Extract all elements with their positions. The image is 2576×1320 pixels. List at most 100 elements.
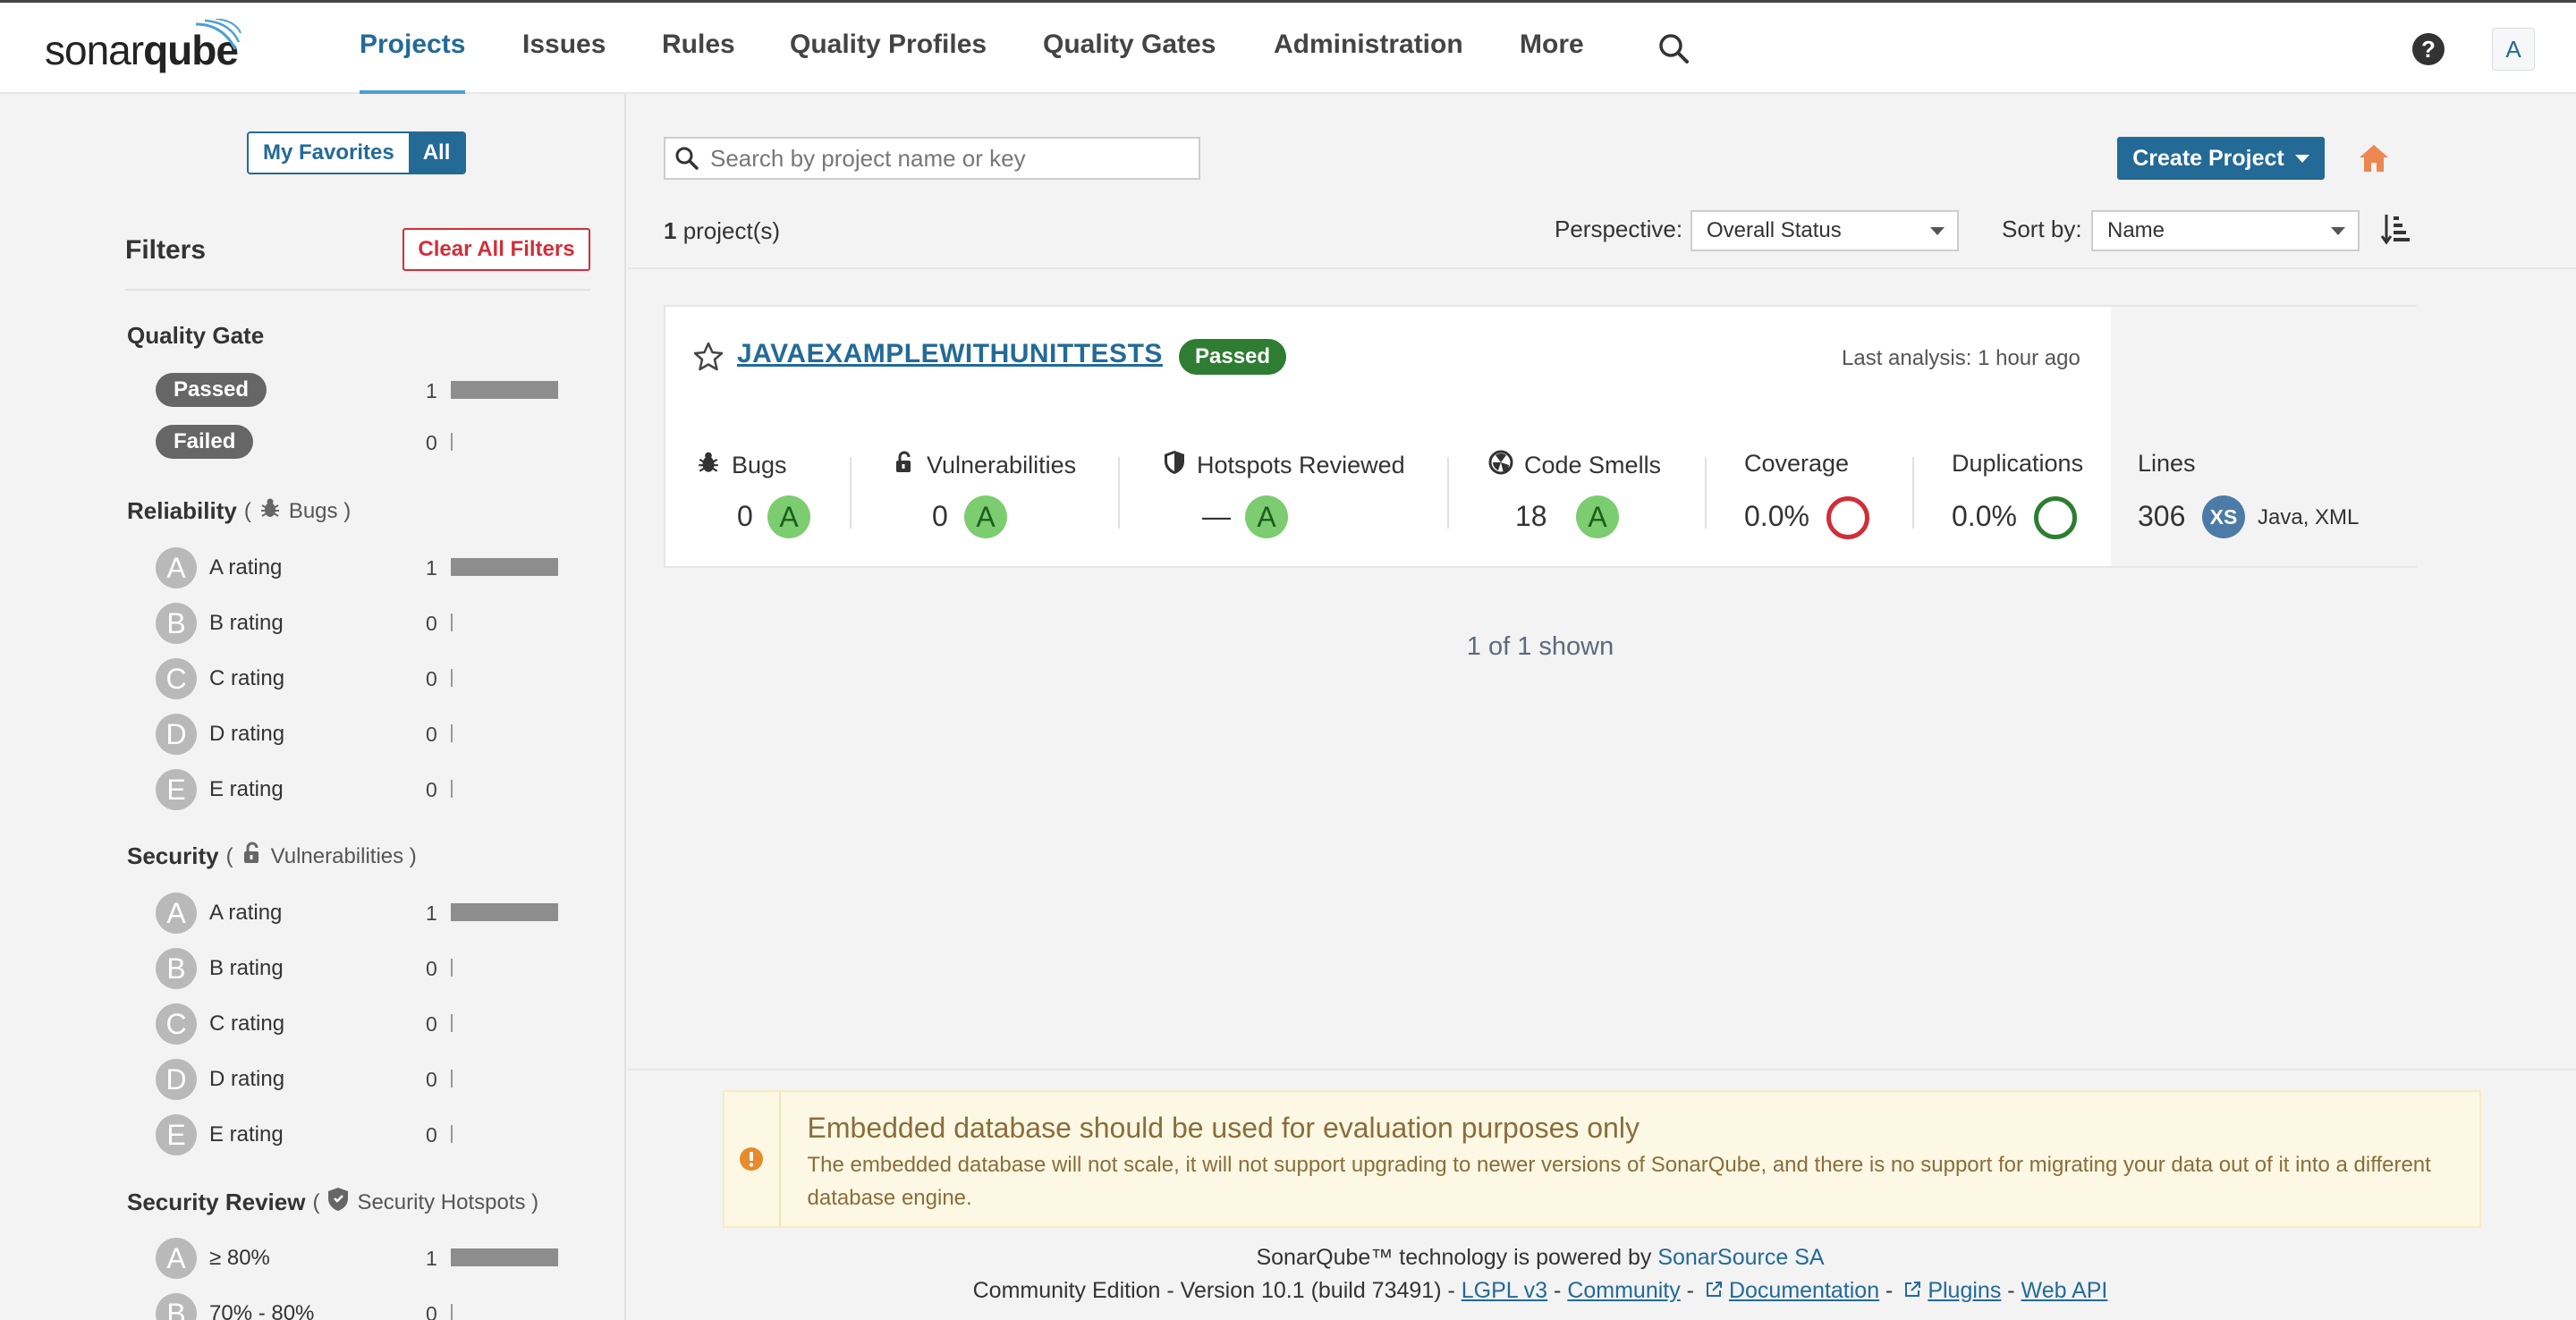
filter-row-reliability-e[interactable]: E E rating 0 [156,768,603,811]
rating-label: ≥ 80% [209,1246,270,1270]
metric-label: Code Smells [1524,452,1662,478]
filter-row-reliability-d[interactable]: D D rating 0 [156,713,603,756]
documentation-link[interactable]: Documentation [1729,1278,1879,1303]
section-sub-label: Bugs [288,498,338,523]
vulnerabilities-rating[interactable]: A [964,495,1007,538]
metric-label: Coverage [1744,450,1850,477]
filter-bar [451,1248,558,1266]
filter-row-reliability-a[interactable]: A A rating 1 [156,546,603,589]
nav-rules[interactable]: Rules [662,30,735,94]
home-icon[interactable] [2358,143,2390,178]
filter-row-security-d[interactable]: D D rating 0 [156,1058,603,1101]
alert-text: The embedded database will not scale, it… [807,1153,2431,1210]
sort-select[interactable]: Name [2091,210,2360,251]
perspective-select[interactable]: Overall Status [1690,210,1959,251]
bugs-value[interactable]: 0 [737,500,753,533]
my-favorites-button[interactable]: My Favorites [249,133,409,173]
all-projects-button[interactable]: All [408,133,465,173]
nav-more[interactable]: More [1520,30,1584,94]
filter-row-security-a[interactable]: A A rating 1 [156,892,603,935]
filter-row-security-e[interactable]: E E rating 0 [156,1113,603,1156]
clear-all-filters-button[interactable]: Clear All Filters [402,228,590,271]
bugs-rating[interactable]: A [767,495,810,538]
create-project-label: Create Project [2132,145,2284,171]
unlock-icon [241,842,264,871]
filter-count: 0 [426,957,437,980]
divider [628,267,2576,269]
nav-quality-gates[interactable]: Quality Gates [1043,30,1216,94]
search-icon [675,147,699,170]
user-avatar[interactable]: A [2492,28,2535,71]
filter-row-security_review-b[interactable]: B 70% - 80% 0 [156,1292,603,1320]
create-project-button[interactable]: Create Project [2117,137,2325,180]
section-sub-label: Vulnerabilities [270,843,404,868]
filter-count: 0 [426,1302,437,1320]
filter-row-reliability-c[interactable]: C C rating 0 [156,657,603,700]
project-name-link[interactable]: JAVAEXAMPLEWITHUNITTESTS [737,339,1163,369]
separator: - [1547,1278,1568,1303]
logo-waves-icon [195,19,242,50]
filter-row-security-c[interactable]: C C rating 0 [156,1003,603,1045]
duplications-value[interactable]: 0.0% [1952,500,2017,533]
powered-by: SonarQube™ technology is powered by Sona… [628,1245,2453,1271]
code-smells-value[interactable]: 18 [1515,500,1547,533]
rating-label: C rating [209,1011,285,1036]
shield-icon [1163,450,1186,481]
plugins-link[interactable]: Plugins [1928,1278,2001,1303]
embedded-db-warning: Embedded database should be used for eva… [723,1090,2481,1228]
filter-row-reliability-b[interactable]: B B rating 0 [156,602,603,645]
coverage-value[interactable]: 0.0% [1744,500,1809,533]
filter-bar [451,903,558,921]
sort-direction-icon[interactable] [2380,213,2411,250]
filter-bar [451,558,558,576]
help-icon[interactable]: ? [2412,33,2445,65]
rating-circle: B [156,603,197,644]
filter-row-security_review-a[interactable]: A ≥ 80% 1 [156,1237,603,1280]
passed-pill: Passed [156,373,267,407]
alert-title: Embedded database should be used for eva… [807,1112,1640,1144]
sort-label: Sort by: [2002,216,2082,242]
filter-count: 0 [426,1068,437,1091]
filter-count: 1 [426,379,437,402]
sonarqube-logo[interactable]: sonarqube [45,19,242,81]
project-search-input[interactable] [710,144,1175,173]
rating-label: B rating [209,611,284,635]
security-review-filter-title: Security Review (Security Hotspots ) [127,1187,538,1218]
hotspots-rating[interactable]: A [1245,495,1288,538]
nav-projects[interactable]: Projects [360,30,466,96]
rating-label: E rating [209,777,284,801]
rating-label: D rating [209,1067,285,1091]
rating-circle: D [156,714,197,755]
filter-row-failed[interactable]: Failed 0 [156,420,603,463]
rating-label: A rating [209,555,283,580]
filter-count: 0 [426,778,437,801]
nav-administration[interactable]: Administration [1274,30,1463,94]
filter-row-security-b[interactable]: B B rating 0 [156,947,603,990]
rating-circle: E [156,1114,197,1155]
project-search-box[interactable] [664,137,1200,180]
lines-value: 306 [2138,500,2186,532]
filter-row-passed[interactable]: Passed 1 [156,368,603,411]
vulnerabilities-value[interactable]: 0 [932,500,948,533]
community-link[interactable]: Community [1567,1278,1680,1303]
sonarsource-link[interactable]: SonarSource SA [1657,1245,1824,1270]
license-link[interactable]: LGPL v3 [1462,1278,1547,1303]
duplications-label: Duplications [1952,450,2083,478]
filters-title: Filters [125,235,207,265]
nav-quality-profiles[interactable]: Quality Profiles [790,30,987,94]
failed-pill: Failed [156,425,254,459]
filter-count: 1 [426,1247,437,1270]
code-smells-rating[interactable]: A [1576,495,1619,538]
section-label: Reliability [127,497,237,524]
web-api-link[interactable]: Web API [2021,1278,2108,1303]
nav-issues[interactable]: Issues [522,30,606,94]
search-icon[interactable] [1657,31,1692,72]
rating-circle: A [156,547,197,588]
metric-label: Lines [2138,450,2196,477]
favorites-toggle: My Favorites All [247,131,467,174]
star-icon[interactable] [692,341,724,377]
project-count-suffix: project(s) [676,217,781,244]
hotspots-value[interactable]: — [1202,500,1231,533]
bugs-label: Bugs [696,450,787,481]
filter-count: 0 [426,667,437,690]
